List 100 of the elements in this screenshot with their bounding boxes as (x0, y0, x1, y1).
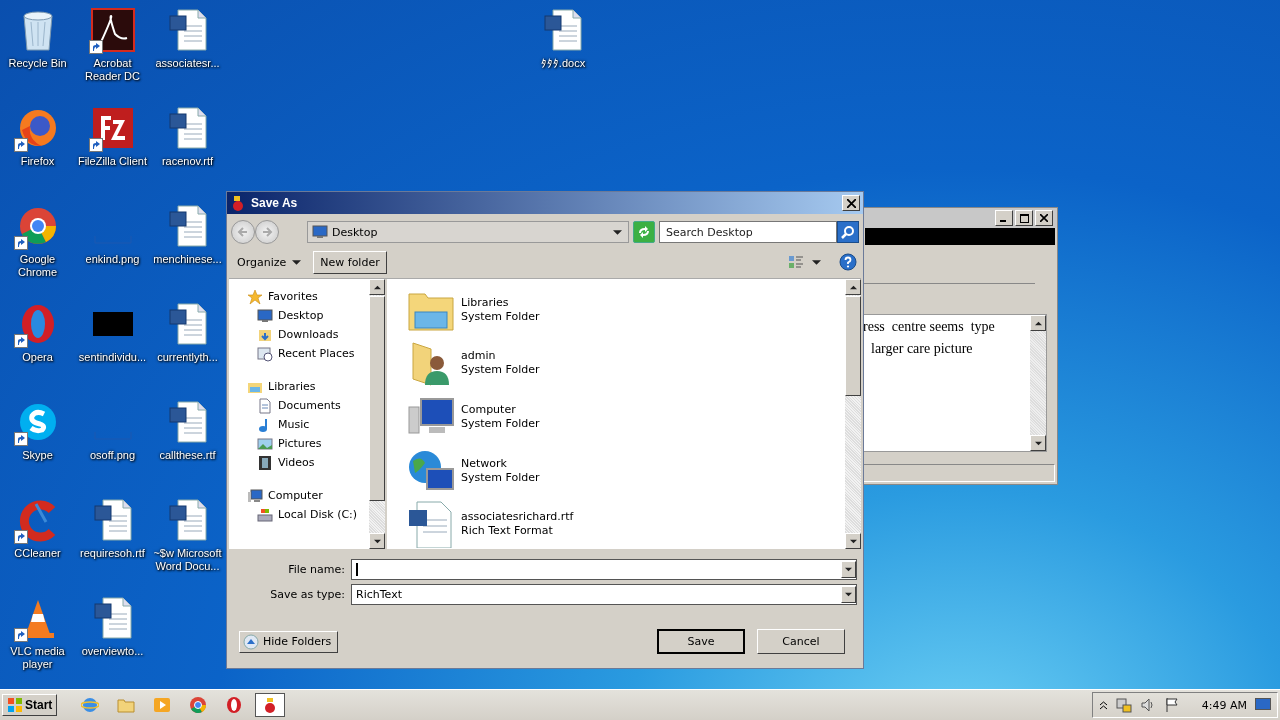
desktop-icon[interactable]: VLC media player (0, 594, 75, 689)
app-icon (230, 195, 246, 211)
desktop-icon[interactable]: Acrobat Reader DC (75, 6, 150, 104)
document-icon (257, 397, 273, 414)
nav-item[interactable]: Documents (247, 396, 369, 415)
star-icon (247, 288, 263, 305)
desktop-icon[interactable]: sentindividu... (75, 300, 150, 398)
dropdown-arrow-icon (845, 591, 852, 598)
organize-menu[interactable]: Organize (233, 253, 306, 271)
text-area[interactable]: ress centre seems type larger care picture (863, 314, 1047, 452)
scroll-down-button[interactable] (1030, 435, 1046, 451)
flag-icon[interactable] (1163, 697, 1180, 713)
desktop-icon[interactable]: Opera (0, 300, 75, 398)
desktop-icon[interactable]: menchinese... (150, 202, 225, 300)
start-button[interactable]: Start (2, 694, 58, 716)
zigzag-icon (90, 106, 135, 150)
arrow-icon (373, 537, 381, 545)
arrow-icon (1034, 439, 1042, 447)
dialog-button[interactable]: Cancel (757, 629, 845, 654)
close-icon (846, 198, 856, 208)
taskbar-app[interactable] (255, 693, 286, 717)
desktop-icon[interactable]: CCleaner (0, 496, 75, 594)
refresh-button[interactable] (633, 221, 655, 243)
file-item[interactable]: associatesrichard.rtf Rich Text Format (407, 499, 845, 549)
scrollbar-thumb[interactable] (845, 296, 861, 396)
desktop-icon[interactable]: racenov.rtf (150, 104, 225, 202)
folder-icon (117, 696, 136, 714)
nav-item[interactable]: Pictures (247, 434, 369, 453)
file-item[interactable]: Computer System Folder (407, 392, 845, 442)
field-label: Save as type: (269, 588, 345, 601)
desktop-icon[interactable]: Recycle Bin (0, 6, 75, 104)
desktop-icon[interactable]: overviewto... (75, 594, 150, 689)
desktop-icon[interactable]: ~$w Microsoft Word Docu... (150, 496, 225, 594)
arrow-icon (849, 283, 857, 291)
nav-item[interactable]: Music (247, 415, 369, 434)
address-bar[interactable]: Desktop (307, 221, 629, 243)
nav-item[interactable]: Computer (247, 486, 369, 505)
file-item[interactable]: Libraries System Folder (407, 285, 845, 335)
scroll-up-button[interactable] (1030, 315, 1046, 331)
close-icon (1040, 214, 1048, 222)
desktop-icon[interactable]: currentlyth... (150, 300, 225, 398)
maximize-button[interactable] (1015, 210, 1033, 226)
file-item[interactable]: admin System Folder (407, 338, 845, 389)
search-button[interactable] (837, 221, 859, 243)
nav-item[interactable]: Desktop (247, 306, 369, 325)
nav-item[interactable]: Favorites (247, 287, 369, 306)
close-button[interactable] (1035, 210, 1053, 226)
desktop-icon[interactable]: Firefox (0, 104, 75, 202)
nav-item[interactable]: Local Disk (C:) (247, 505, 369, 524)
dropdown-arrow-icon (845, 566, 852, 573)
clock[interactable]: 4:49 AM (1201, 698, 1247, 712)
ring-icon (225, 696, 244, 714)
hide-folders-button[interactable]: Hide Folders (239, 630, 339, 653)
e-globe-icon (81, 696, 100, 714)
disk-icon (257, 506, 273, 523)
desktop-icon[interactable]: enkind.png (75, 202, 150, 300)
help-icon[interactable] (839, 253, 857, 271)
chevron-up-icon[interactable] (1098, 700, 1108, 710)
scrollbar-thumb[interactable] (369, 296, 385, 501)
desktop-icon[interactable]: callthese.rtf (150, 398, 225, 496)
nav-item[interactable]: Recent Places (247, 344, 369, 363)
monitor-icon (257, 307, 273, 324)
close-button[interactable] (842, 195, 860, 211)
arrow-icon (1034, 319, 1042, 327)
scroll-up-button[interactable] (845, 279, 861, 295)
scroll-up-button[interactable] (369, 279, 385, 295)
file-name-field[interactable] (351, 559, 857, 580)
caret-icon (812, 257, 821, 267)
arrow-icon (849, 537, 857, 545)
document-icon (541, 8, 585, 52)
desktop-icon[interactable]: FileZilla Client (75, 104, 150, 202)
desktop-icon[interactable]: Skype (0, 398, 75, 496)
desktop-icon[interactable]: ﾀﾀﾀ.docx (525, 6, 601, 70)
text-line: ress centre seems type (863, 319, 996, 336)
network-icon[interactable] (1115, 697, 1132, 713)
recent-places-icon (257, 345, 273, 362)
text-line: larger care picture (870, 341, 974, 358)
computer-icon (247, 487, 263, 504)
desktop-icon[interactable]: Google Chrome (0, 202, 75, 300)
desktop-icon[interactable]: osoff.png (75, 398, 150, 496)
caret-icon (613, 227, 622, 237)
refresh-arrows-icon (637, 225, 651, 239)
nav-item[interactable]: Libraries (247, 377, 369, 396)
file-type-dropdown[interactable]: RichText (351, 584, 857, 605)
speaker-icon[interactable] (1139, 697, 1156, 713)
show-desktop-icon[interactable] (1255, 698, 1271, 712)
search-field[interactable]: Search Desktop (659, 221, 837, 243)
scroll-down-button[interactable] (369, 533, 385, 549)
desktop-icon[interactable]: requiresoh.rtf (75, 496, 150, 594)
nav-item[interactable]: Downloads (247, 325, 369, 344)
pdf-icon (90, 8, 135, 52)
scroll-down-button[interactable] (845, 533, 861, 549)
window-title: Save As (251, 196, 299, 210)
minimize-button[interactable] (995, 210, 1013, 226)
wheel-icon (189, 696, 208, 714)
file-item[interactable]: Network System Folder (407, 445, 845, 496)
desktop-icon[interactable]: associatesr... (150, 6, 225, 104)
nav-item[interactable]: Videos (247, 453, 369, 472)
dialog-button[interactable]: Save (657, 629, 745, 654)
new-folder-button[interactable]: New folder (313, 250, 387, 274)
